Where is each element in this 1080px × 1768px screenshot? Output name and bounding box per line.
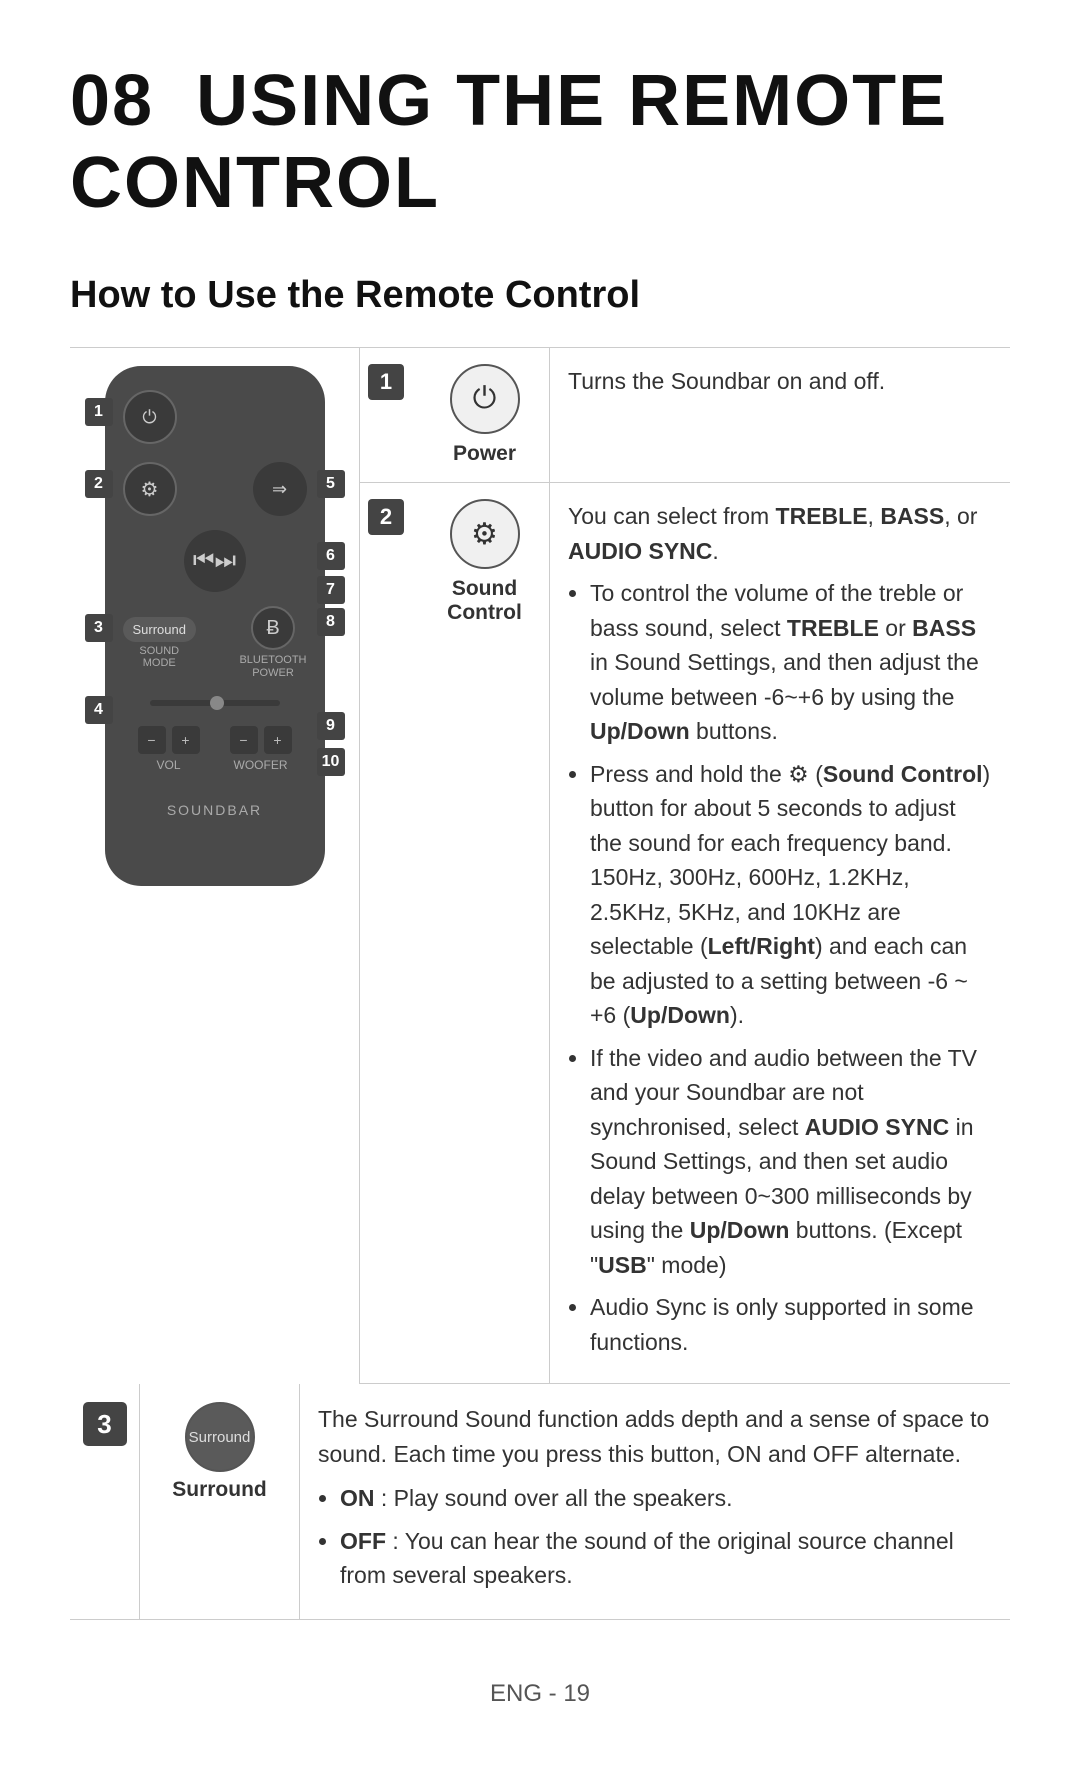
page-footer: ENG - 19 xyxy=(70,1680,1010,1708)
badge-9: 9 xyxy=(317,712,345,740)
remote-input-btn[interactable]: ⇒ xyxy=(253,462,307,516)
vol-down-btn[interactable]: − xyxy=(138,726,166,754)
vol-up-btn[interactable]: + xyxy=(172,726,200,754)
badge-4: 4 xyxy=(85,696,113,724)
remote-body: ⏻ 1 ⚙ 2 ⇒ 5 xyxy=(105,366,325,886)
row2-desc: You can select from TREBLE, BASS, or AUD… xyxy=(550,483,1010,1383)
remote-bluetooth-btn[interactable]: Ƀ xyxy=(251,606,295,650)
row3-icon-cell: Surround Surround xyxy=(140,1384,300,1619)
surround-label: Surround xyxy=(172,1478,267,1502)
surround-bullet-off: OFF : You can hear the sound of the orig… xyxy=(340,1524,992,1593)
row3-badge: 3 xyxy=(83,1402,127,1446)
badge-7: 7 xyxy=(317,576,345,604)
remote-wrapper: ⏻ 1 ⚙ 2 ⇒ 5 xyxy=(80,348,350,886)
badge-5: 5 xyxy=(317,470,345,498)
remote-surround-btn[interactable]: Surround xyxy=(123,617,196,642)
soundbar-label: SOUNDBAR xyxy=(167,802,262,818)
row3-desc: The Surround Sound function adds depth a… xyxy=(300,1384,1010,1619)
table-row-2: 2 ⚙ Sound Control You can select from TR… xyxy=(360,483,1010,1384)
page-title: 08 USING THE REMOTE CONTROL xyxy=(70,60,1010,224)
woofer-item: − + WOOFER xyxy=(230,726,292,772)
woofer-down-btn[interactable]: − xyxy=(230,726,258,754)
woofer-label: WOOFER xyxy=(234,758,288,772)
bluetooth-label: BLUETOOTHPOWER xyxy=(239,654,306,680)
remote-slider[interactable] xyxy=(150,700,280,706)
table-row-1: 1 ⏻ Power Turns the Soundbar on and off. xyxy=(360,348,1010,483)
vol-item: − + VOL xyxy=(138,726,200,772)
sound-control-icon: ⚙ xyxy=(450,499,520,569)
badge-1: 1 xyxy=(85,398,113,426)
badge-6: 6 xyxy=(317,542,345,570)
sound-control-label: Sound Control xyxy=(428,577,541,625)
remote-sound-control-btn[interactable]: ⚙ xyxy=(123,462,177,516)
surround-icon: Surround xyxy=(185,1402,255,1472)
power-label: Power xyxy=(453,442,516,466)
woofer-up-btn[interactable]: + xyxy=(264,726,292,754)
row2-badge: 2 xyxy=(368,499,404,535)
badge-10: 10 xyxy=(317,748,345,776)
badge-8: 8 xyxy=(317,608,345,636)
power-icon: ⏻ xyxy=(450,364,520,434)
remote-power-btn[interactable]: ⏻ xyxy=(123,390,177,444)
section-title: How to Use the Remote Control xyxy=(70,274,1010,317)
badge-2: 2 xyxy=(85,470,113,498)
row1-desc: Turns the Soundbar on and off. xyxy=(550,348,1010,482)
remote-playback-btn[interactable]: ⏮⏭ xyxy=(184,530,246,592)
badge-3: 3 xyxy=(85,614,113,642)
sound-mode-label: SOUNDMODE xyxy=(139,645,179,669)
vol-label: VOL xyxy=(156,758,180,772)
surround-bullet-on: ON : Play sound over all the speakers. xyxy=(340,1481,992,1516)
vol-woofer-row: − + VOL − + WOOFER xyxy=(123,726,307,772)
remote-image-cell: ⏻ 1 ⚙ 2 ⇒ 5 xyxy=(70,348,360,1384)
row1-badge: 1 xyxy=(368,364,404,400)
table-row-3: 3 Surround Surround The Surround Sound f… xyxy=(70,1384,1010,1620)
bluetooth-area: Ƀ BLUETOOTHPOWER xyxy=(239,606,306,680)
